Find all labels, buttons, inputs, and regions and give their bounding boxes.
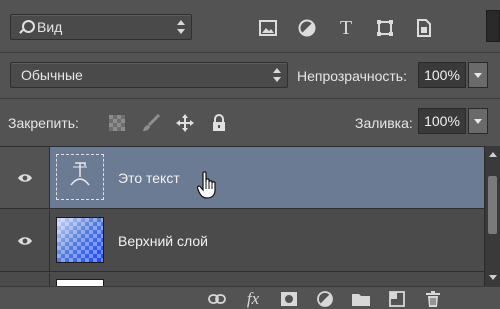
adjustment-layer-icon[interactable] (316, 290, 334, 308)
layer-row-partial[interactable] (0, 273, 484, 286)
lock-image-pixels-icon[interactable] (141, 113, 161, 133)
blend-mode-label: Обычные (21, 67, 83, 83)
opacity-label: Непрозрачность: (297, 68, 407, 84)
visibility-toggle[interactable] (0, 147, 50, 208)
opacity-input[interactable]: 100% (418, 62, 466, 88)
layers-bottom-toolbar: fx (0, 286, 500, 309)
search-icon (19, 20, 35, 34)
fill-dropdown-button[interactable] (468, 108, 488, 134)
trash-icon[interactable] (424, 290, 442, 308)
lock-label: Закрепить: (8, 115, 79, 131)
opacity-dropdown-button[interactable] (468, 62, 488, 88)
fill-input[interactable]: 100% (418, 108, 466, 134)
layers-list: Это текст Верхний слой (0, 146, 484, 286)
layers-panel: Вид T Обычные Непрозрачность: 100% Закре… (0, 0, 500, 309)
hand-cursor-icon (197, 171, 216, 199)
filter-kind-label: Вид (37, 19, 63, 35)
layer-row-gradient[interactable]: Верхний слой (0, 210, 484, 272)
filter-icons: T (258, 16, 434, 40)
filter-kind-select[interactable]: Вид (10, 14, 192, 40)
type-layer-icon (70, 162, 90, 186)
lock-all-icon[interactable] (209, 113, 229, 133)
eye-icon (17, 173, 32, 182)
type-layer-filter-icon[interactable]: T (336, 18, 356, 38)
smart-object-filter-icon[interactable] (414, 18, 434, 38)
layer-thumbnail (56, 279, 104, 286)
link-layers-icon[interactable] (208, 290, 226, 308)
lock-transparent-pixels-icon[interactable] (107, 113, 127, 133)
layer-name: Это текст (118, 170, 180, 186)
scroll-down-icon[interactable] (489, 275, 497, 280)
blend-mode-select[interactable]: Обычные (10, 62, 288, 88)
layer-name: Верхний слой (118, 233, 208, 249)
visibility-toggle[interactable] (0, 273, 50, 286)
new-layer-icon[interactable] (388, 290, 406, 308)
layers-scrollbar[interactable] (484, 146, 500, 286)
select-arrows-icon (177, 19, 185, 35)
text-layer-thumbnail (56, 154, 104, 200)
lock-icons (107, 113, 229, 133)
bottom-icons: fx (208, 290, 442, 308)
adjustment-layer-filter-icon[interactable] (297, 18, 317, 38)
gradient-layer-thumbnail (56, 217, 104, 263)
layer-style-icon[interactable]: fx (244, 290, 262, 308)
select-arrows-icon (273, 67, 281, 83)
layer-filter-bar: Вид T (0, 0, 500, 52)
scroll-up-icon[interactable] (489, 152, 497, 157)
lock-options-bar: Закрепить: Заливка: 100% (0, 98, 500, 146)
fill-label: Заливка: (355, 115, 413, 131)
lock-position-icon[interactable] (175, 113, 195, 133)
group-folder-icon[interactable] (352, 290, 370, 308)
filter-toggle-switch[interactable] (486, 10, 500, 42)
eye-icon (17, 236, 32, 245)
layer-row-text[interactable]: Это текст (0, 147, 484, 209)
add-mask-icon[interactable] (280, 290, 298, 308)
scroll-thumb[interactable] (488, 176, 497, 234)
blend-options-bar: Обычные Непрозрачность: 100% (0, 52, 500, 98)
transparency-checker (57, 218, 103, 262)
pixel-layer-filter-icon[interactable] (258, 18, 278, 38)
visibility-toggle[interactable] (0, 210, 50, 271)
shape-layer-filter-icon[interactable] (375, 18, 395, 38)
